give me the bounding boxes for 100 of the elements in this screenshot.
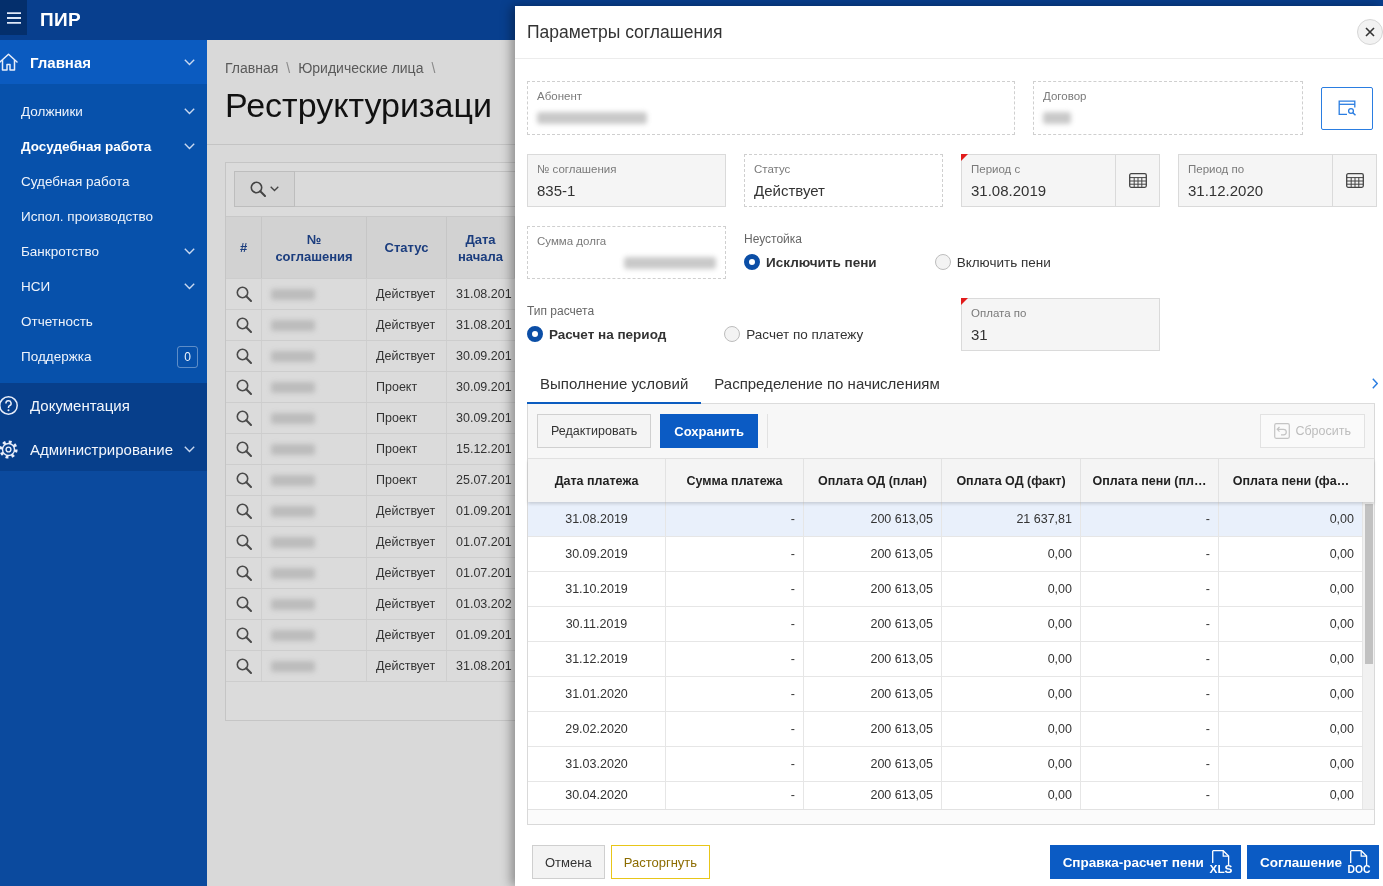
nav-item[interactable]: Отчетность	[0, 304, 207, 339]
blurred-value	[271, 350, 315, 362]
field-value: 31.12.2020	[1188, 182, 1264, 200]
blurred-value	[271, 660, 315, 672]
date-field[interactable]: Период с 31.08.2019	[961, 154, 1160, 207]
table-cell: -	[666, 677, 804, 711]
close-icon	[1365, 27, 1375, 37]
download-button[interactable]: Соглашение DOC	[1246, 845, 1379, 879]
table-cell: -	[666, 607, 804, 641]
lookup-button[interactable]	[1321, 86, 1373, 130]
gear-icon	[0, 439, 18, 459]
radio-option[interactable]: Исключить пени	[744, 254, 877, 270]
magnifier-icon	[235, 441, 252, 457]
radio-option[interactable]: Расчет на период	[527, 326, 667, 342]
radio-option[interactable]: Включить пени	[934, 254, 1051, 270]
view-button[interactable]	[235, 410, 252, 426]
menu-button[interactable]	[0, 0, 27, 35]
column-header[interactable]: № соглашения	[262, 217, 367, 278]
blurred-value	[271, 319, 315, 331]
nav-item[interactable]: Испол. производство	[0, 199, 207, 234]
input-field[interactable]: Оплата по 31	[961, 298, 1160, 351]
view-button[interactable]	[235, 627, 252, 643]
group-label: Тип расчета	[527, 304, 595, 318]
table-row[interactable]: 31.08.2019 - 200 613,05 21 637,81 - 0,00	[528, 502, 1363, 537]
close-button[interactable]	[1357, 19, 1383, 45]
table-cell: -	[666, 747, 804, 781]
save-button[interactable]: Сохранить	[660, 414, 758, 448]
view-button[interactable]	[235, 379, 252, 395]
nav-item[interactable]: Документация	[0, 383, 207, 427]
view-button[interactable]	[235, 658, 252, 674]
table-row[interactable]: 30.09.2019 - 200 613,05 0,00 - 0,00	[528, 537, 1363, 572]
table-cell: 30.11.2019	[528, 607, 666, 641]
table-row[interactable]: 31.01.2020 - 200 613,05 0,00 - 0,00	[528, 677, 1363, 712]
table-cell: -	[1081, 572, 1219, 606]
scrollbar[interactable]	[1363, 502, 1374, 809]
view-button[interactable]	[235, 503, 252, 519]
table-cell: Проект	[367, 403, 447, 433]
cancel-button[interactable]: Отмена	[532, 845, 605, 879]
nav-item[interactable]: Администрирование	[0, 427, 207, 471]
download-button[interactable]: Справка-расчет пени XLS	[1049, 845, 1241, 879]
nav-item[interactable]: Банкротство	[0, 234, 207, 269]
breadcrumb-link[interactable]: Главная	[225, 59, 279, 77]
table-cell: 0,00	[942, 677, 1081, 711]
view-button[interactable]	[235, 596, 252, 612]
table-row[interactable]: 31.12.2019 - 200 613,05 0,00 - 0,00	[528, 642, 1363, 677]
column-header[interactable]: Статус	[367, 217, 447, 278]
radio-option[interactable]: Расчет по платежу	[724, 326, 864, 342]
app-title: ПИР	[40, 9, 81, 31]
view-button[interactable]	[235, 286, 252, 302]
nav-item[interactable]: Досудебная работа	[0, 129, 207, 164]
breadcrumb-link[interactable]: Юридические лица	[298, 59, 424, 77]
nav-item[interactable]: Должники	[0, 94, 207, 129]
edit-button[interactable]: Редактировать	[537, 414, 652, 448]
window-search-icon	[1337, 100, 1357, 116]
breadcrumb-separator: \	[431, 59, 436, 77]
field-label: Договор	[1043, 89, 1087, 103]
field-value: 835-1	[537, 182, 576, 200]
tab[interactable]: Распределение по начислениям	[701, 364, 953, 404]
table-row[interactable]: 29.02.2020 - 200 613,05 0,00 - 0,00	[528, 712, 1363, 747]
table-cell: 30.09.2019	[528, 537, 666, 571]
search-field[interactable]	[295, 171, 515, 207]
field-label: Период с	[971, 162, 1021, 176]
date-field[interactable]: Период по 31.12.2020	[1178, 154, 1377, 207]
nav-item[interactable]: Главная	[0, 40, 207, 84]
chevron-right-icon	[1372, 378, 1378, 389]
magnifier-icon	[235, 317, 252, 333]
table-cell: Проект	[367, 372, 447, 402]
blurred-value	[271, 505, 315, 517]
table-row[interactable]: 31.03.2020 - 200 613,05 0,00 - 0,00	[528, 747, 1363, 782]
nav-item[interactable]: НСИ	[0, 269, 207, 304]
table-cell: -	[1081, 537, 1219, 571]
terminate-button[interactable]: Расторгнуть	[610, 845, 711, 879]
field-label: Статус	[754, 162, 791, 176]
magnifier-icon	[235, 534, 252, 550]
table-row[interactable]: 30.11.2019 - 200 613,05 0,00 - 0,00	[528, 607, 1363, 642]
table-cell: -	[666, 712, 804, 746]
table-cell: 200 613,05	[804, 712, 942, 746]
magnifier-icon	[235, 565, 252, 581]
field-label: Оплата по	[971, 306, 1027, 320]
view-button[interactable]	[235, 317, 252, 333]
view-button[interactable]	[235, 565, 252, 581]
blurred-value	[271, 381, 315, 393]
table-row[interactable]: 31.10.2019 - 200 613,05 0,00 - 0,00	[528, 572, 1363, 607]
table-cell: 200 613,05	[804, 642, 942, 676]
table-cell: -	[666, 537, 804, 571]
nav-item[interactable]: Судебная работа	[0, 164, 207, 199]
table-cell: -	[1081, 677, 1219, 711]
view-button[interactable]	[235, 472, 252, 488]
scrollbar-thumb[interactable]	[1364, 504, 1373, 664]
view-button[interactable]	[235, 348, 252, 364]
search-menu-button[interactable]	[234, 171, 295, 207]
input-field[interactable]: № соглашения 835-1	[527, 154, 726, 207]
nav-item[interactable]: Поддержка 0	[0, 339, 207, 374]
view-button[interactable]	[235, 441, 252, 457]
column-header[interactable]: #	[226, 217, 262, 278]
column-header[interactable]: Оплата пени (фа…	[1219, 459, 1363, 502]
table-cell: 200 613,05	[804, 572, 942, 606]
view-button[interactable]	[235, 534, 252, 550]
table-cell: Действует	[367, 496, 447, 526]
table-cell: -	[1081, 607, 1219, 641]
